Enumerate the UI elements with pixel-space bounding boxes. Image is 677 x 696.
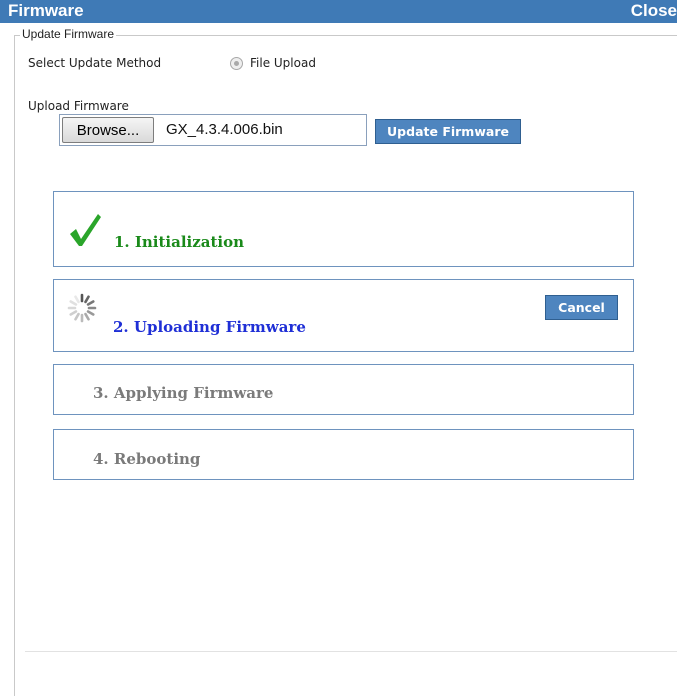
- select-method-label: Select Update Method: [28, 56, 162, 70]
- bottom-divider: [25, 651, 677, 652]
- browse-button[interactable]: Browse...: [62, 117, 154, 143]
- upload-firmware-label: Upload Firmware: [28, 99, 129, 113]
- file-upload-label[interactable]: File Upload: [250, 56, 316, 70]
- update-firmware-button[interactable]: Update Firmware: [375, 119, 521, 144]
- cancel-button[interactable]: Cancel: [545, 295, 618, 320]
- spinner-icon: [67, 293, 97, 323]
- step-4-label: 4. Rebooting: [93, 450, 201, 468]
- step-initialization: [53, 191, 634, 267]
- step-3-label: 3. Applying Firmware: [93, 384, 274, 402]
- file-name: GX_4.3.4.006.bin: [166, 121, 283, 138]
- close-button[interactable]: Close: [631, 1, 677, 21]
- step-2-label: 2. Uploading Firmware: [113, 318, 306, 336]
- file-upload-radio[interactable]: [230, 57, 243, 70]
- fieldset-legend: Update Firmware: [20, 27, 117, 41]
- checkmark-icon: [70, 214, 101, 246]
- window-title: Firmware: [8, 1, 84, 20]
- title-bar: Firmware Close: [0, 0, 677, 23]
- step-1-label: 1. Initialization: [114, 233, 245, 251]
